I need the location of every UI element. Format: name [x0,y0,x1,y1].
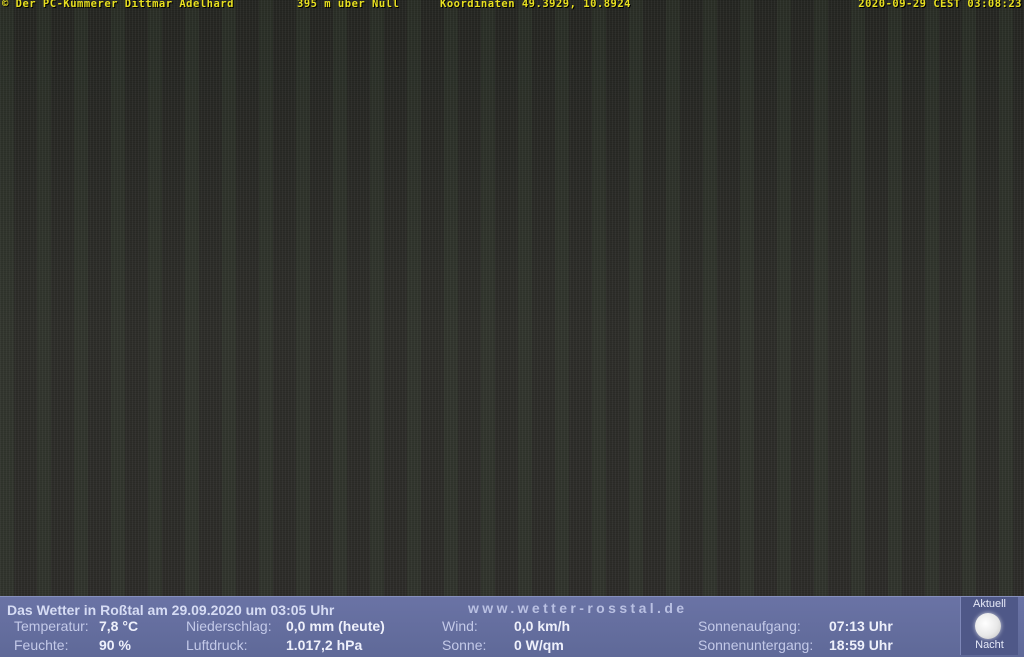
webcam-image [0,0,1024,596]
humidity-label: Feuchte: [14,637,69,653]
wind-value: 0,0 km/h [514,618,571,634]
weather-headline: Das Wetter in Roßtal am 29.09.2020 um 03… [7,602,335,618]
wind-label: Wind: [442,618,478,634]
precip-label: Niederschlag: [186,618,272,634]
camera-overlay-bar: © Der PC-Kümmerer Dittmar Adelhard 395 m… [0,0,1024,12]
sun-label: Sonne: [442,637,487,653]
altitude-text: 395 m über Null [297,0,400,10]
copyright-text: © Der PC-Kümmerer Dittmar Adelhard [2,0,234,10]
temperature-value: 7,8 °C [99,618,139,634]
moon-phase-box: Aktuell Nacht [960,597,1018,655]
sunrise-value: 07:13 Uhr [829,618,893,634]
full-moon-icon [975,613,1001,639]
humidity-value: 90 % [99,637,131,653]
coordinates-text: Koordinaten 49.3929, 10.8924 [440,0,632,10]
sun-value: 0 W/qm [514,637,564,653]
precip-value: 0,0 mm (heute) [286,618,385,634]
moon-top-label: Aktuell [972,598,1007,610]
sunset-value: 18:59 Uhr [829,637,893,653]
moon-bottom-label: Nacht [975,639,1004,651]
temperature-label: Temperatur: [14,618,89,634]
timestamp-text: 2020-09-29 CEST 03:08:23 [858,0,1022,10]
sunset-label: Sonnenuntergang: [698,637,814,653]
pressure-label: Luftdruck: [186,637,248,653]
website-text: www.wetter-rosstal.de [468,600,688,616]
pressure-value: 1.017,2 hPa [286,637,363,653]
sunrise-label: Sonnenaufgang: [698,618,801,634]
